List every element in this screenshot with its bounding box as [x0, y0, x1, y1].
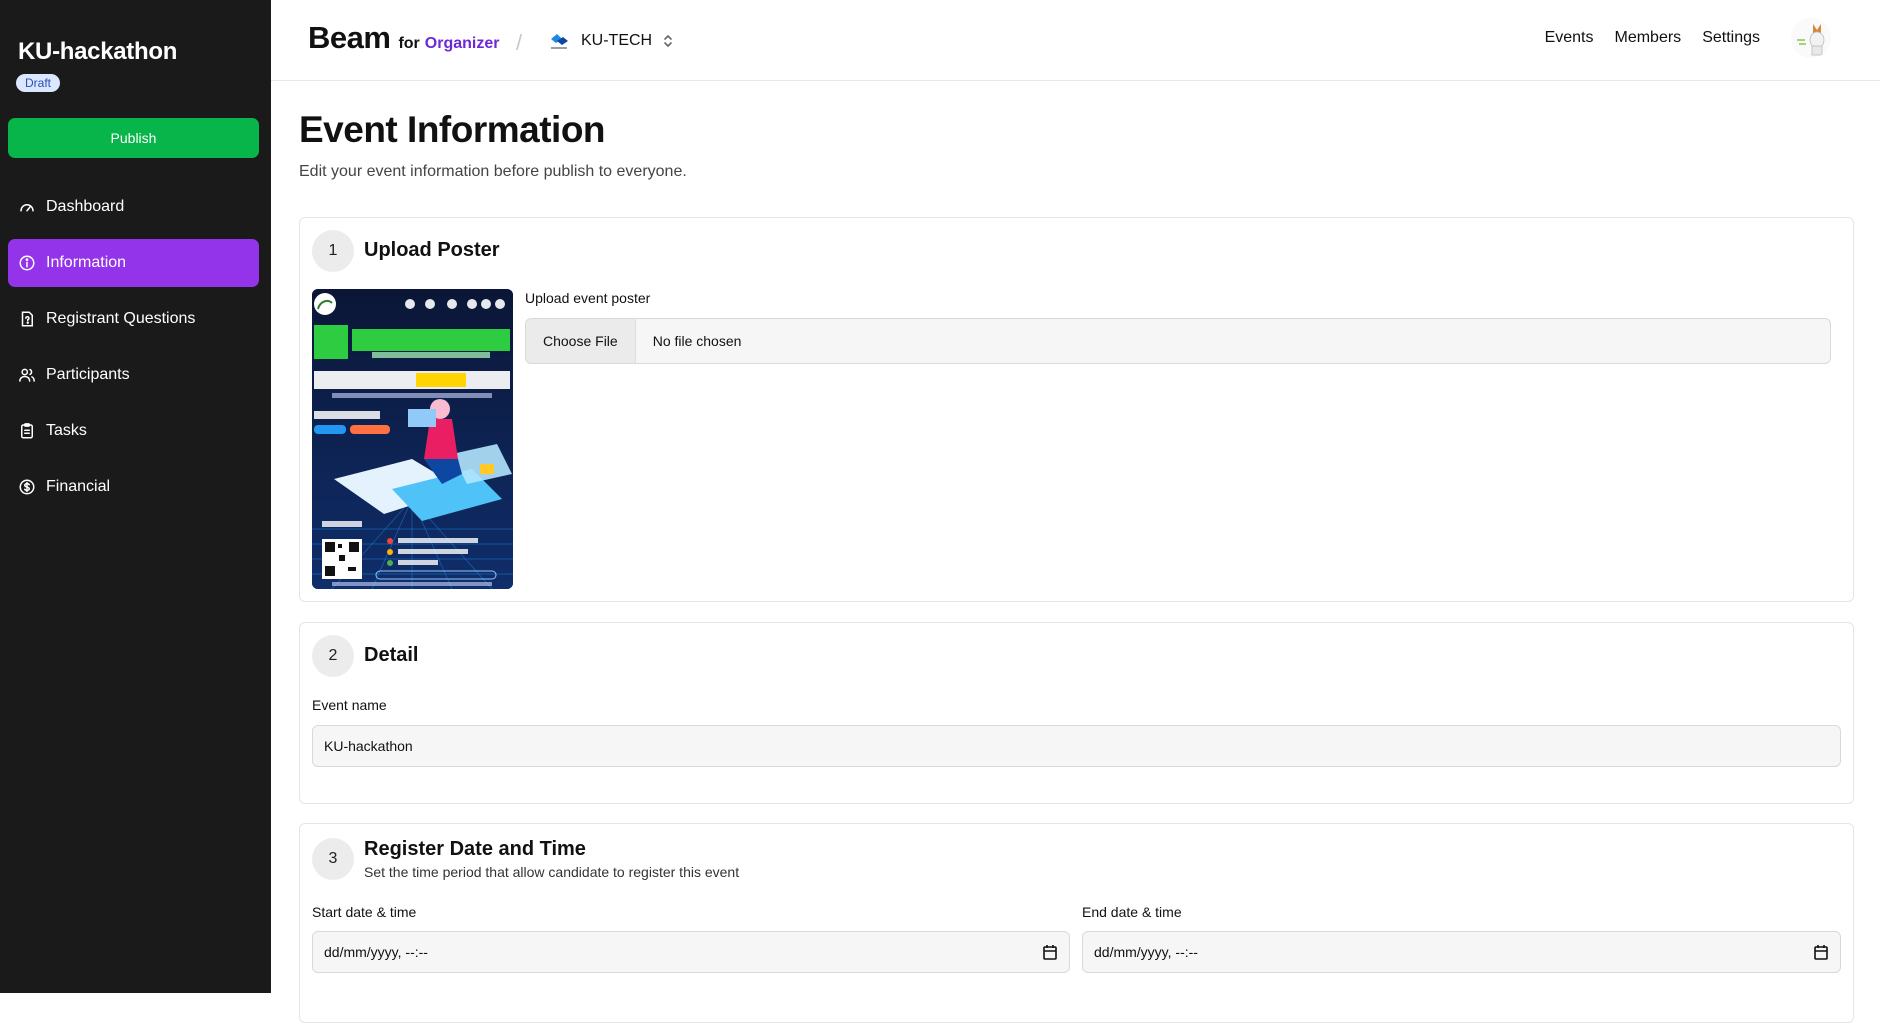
- section-title: Register Date and Time: [364, 838, 586, 860]
- start-datetime-label: Start date & time: [312, 904, 417, 920]
- nav-settings[interactable]: Settings: [1702, 29, 1760, 47]
- sidebar-item-label: Registrant Questions: [46, 310, 196, 327]
- step-number: 3: [312, 838, 354, 880]
- gauge-icon: [20, 204, 34, 212]
- upload-poster-label: Upload event poster: [525, 290, 651, 306]
- event-name-label: Event name: [312, 697, 387, 713]
- file-status: No file chosen: [652, 333, 742, 349]
- brand-role: Organizer: [424, 35, 500, 52]
- nav-members[interactable]: Members: [1615, 29, 1682, 47]
- end-datetime-label: End date & time: [1082, 904, 1182, 920]
- calendar-icon[interactable]: [1814, 944, 1828, 960]
- sidebar-item-information[interactable]: Information: [8, 239, 259, 287]
- brand-logo[interactable]: Beam for Organizer: [308, 20, 499, 56]
- event-poster-image: [312, 289, 513, 589]
- sidebar-item-tasks[interactable]: Tasks: [8, 407, 259, 455]
- brand-for: for: [398, 35, 420, 52]
- sidebar-item-label: Financial: [46, 478, 111, 495]
- clipboard-icon: [21, 423, 33, 439]
- end-datetime-input[interactable]: dd/mm/yyyy, --:--: [1082, 931, 1841, 973]
- section-description: Set the time period that allow candidate…: [364, 864, 740, 880]
- page-title: Event Information: [299, 109, 606, 150]
- dollar-icon: [19, 479, 35, 495]
- top-nav: Events Members Settings: [1524, 29, 1760, 47]
- sidebar-item-label: Dashboard: [46, 198, 125, 215]
- info-icon: [19, 255, 35, 271]
- breadcrumb-divider: /: [516, 30, 523, 55]
- publish-button[interactable]: Publish: [8, 118, 259, 158]
- sidebar: KU-hackathon Draft Publish Dashboard Inf…: [0, 0, 271, 993]
- sidebar-item-label: Tasks: [46, 422, 87, 439]
- main-content: Event Information Edit your event inform…: [271, 81, 1880, 1023]
- event-title: KU-hackathon: [18, 38, 178, 65]
- upload-poster-card: 1 Upload Poster Upload event poster Choo…: [299, 217, 1854, 602]
- users-icon: [19, 368, 35, 382]
- sidebar-item-label: Participants: [46, 366, 130, 383]
- section-title: Upload Poster: [364, 239, 500, 261]
- brand-name: Beam: [308, 20, 391, 55]
- event-name-input[interactable]: KU-hackathon: [312, 725, 1841, 767]
- avatar-image: [1791, 18, 1831, 58]
- org-switcher[interactable]: KU-TECH: [547, 29, 674, 53]
- start-datetime-input[interactable]: dd/mm/yyyy, --:--: [312, 931, 1070, 973]
- avatar[interactable]: [1791, 18, 1831, 58]
- org-name: KU-TECH: [581, 32, 653, 49]
- choose-file-button[interactable]: Choose File: [526, 319, 636, 363]
- section-title: Detail: [364, 644, 419, 666]
- sidebar-nav: Dashboard Information Registrant Questio…: [8, 183, 259, 519]
- top-bar: Beam for Organizer / KU-TECH Events Memb…: [271, 0, 1880, 81]
- sidebar-item-label: Information: [46, 254, 127, 271]
- sidebar-item-financial[interactable]: Financial: [8, 463, 259, 511]
- poster-file-input[interactable]: Choose File No file chosen: [525, 318, 1831, 364]
- nav-events[interactable]: Events: [1545, 29, 1594, 47]
- status-badge: Draft: [16, 74, 61, 92]
- org-logo-icon: [551, 34, 568, 49]
- step-number: 2: [312, 635, 354, 677]
- question-doc-icon: [21, 311, 33, 327]
- detail-card: 2 Detail Event name KU-hackathon: [299, 622, 1854, 804]
- sidebar-item-participants[interactable]: Participants: [8, 351, 259, 399]
- register-datetime-card: 3 Register Date and Time Set the time pe…: [299, 823, 1854, 1023]
- calendar-icon[interactable]: [1043, 944, 1057, 960]
- page-subtitle: Edit your event information before publi…: [299, 163, 687, 180]
- chevron-up-down-icon: [664, 34, 672, 48]
- start-datetime-value: dd/mm/yyyy, --:--: [324, 944, 428, 960]
- step-number: 1: [312, 230, 354, 272]
- sidebar-item-dashboard[interactable]: Dashboard: [8, 183, 259, 231]
- sidebar-item-registrant-questions[interactable]: Registrant Questions: [8, 295, 259, 343]
- end-datetime-value: dd/mm/yyyy, --:--: [1094, 944, 1198, 960]
